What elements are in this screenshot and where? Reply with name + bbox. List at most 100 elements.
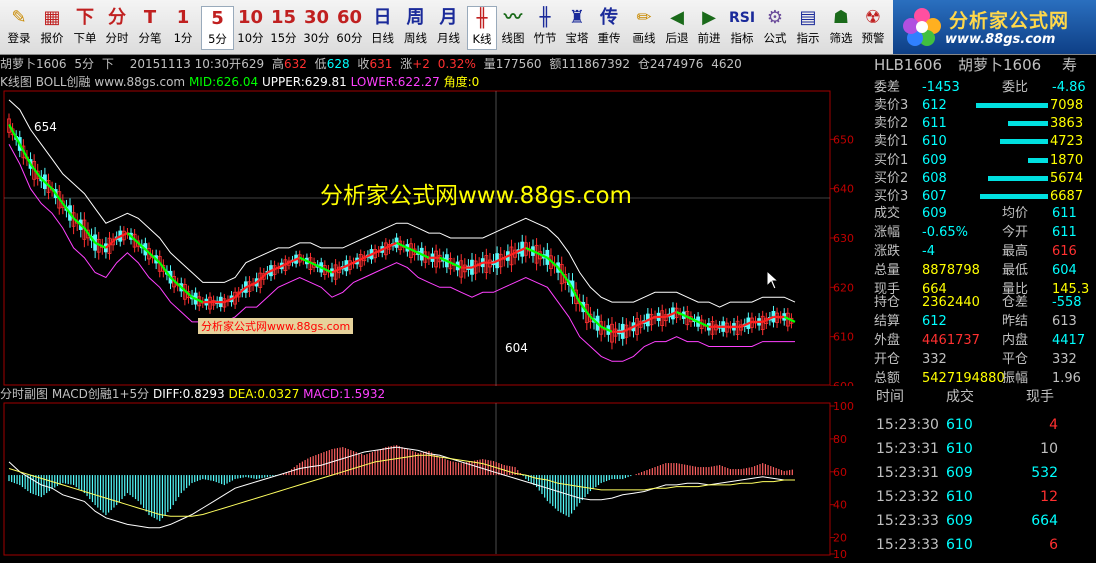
forward-button[interactable]: ▶ 前进 [693,6,725,50]
info-high-label: 高 [271,57,284,71]
pagoda-button[interactable]: ♜ 宝塔 [561,6,593,50]
period-day-label: 日线 [371,31,394,45]
weibi-value: -4.86 [1052,80,1086,95]
tick-price: 609 [946,465,973,481]
period-60min-button[interactable]: 60 60分 [333,6,366,50]
tick-button[interactable]: 分分时 [101,6,133,50]
info-oi-label: 仓 [637,57,650,71]
quote-panel: HLB1606 胡萝卜1606 寿 委差 -1453 委比 -4.86 卖价3 6… [872,55,1096,563]
bamboo-button[interactable]: ╫ 竹节 [529,6,561,50]
draw-button[interactable]: ✏ 画线 [627,6,661,50]
back-button[interactable]: ◀ 后退 [661,6,693,50]
stat-value: 8878798 [922,263,980,278]
period-1min-button[interactable]: 1 1分 [167,6,199,50]
line-chart-button[interactable]: 〰线图 [497,6,529,50]
level-label: 卖价2 [874,116,909,131]
period-month-button[interactable]: 月月线 [432,6,465,50]
quote-header: HLB1606 胡萝卜1606 寿 [872,56,1088,75]
tick-volume: 4 [1049,417,1058,433]
kline-button[interactable]: ╫ K线 [467,6,497,50]
indicator-button[interactable]: RSI 指标 [725,6,759,50]
stat-value: 609 [922,206,947,221]
macd-macd-value: MACD:1.5932 [303,387,386,401]
tick-price: 610 [946,441,973,457]
kline-indicator-name[interactable]: BOLL创融 [36,75,91,89]
ask-level-row[interactable]: 卖价1 610 4723 [872,132,1088,151]
kline-title[interactable]: K线图 [0,75,32,89]
stat-label: 涨跌 [874,244,901,259]
period-1min-icon: 1 [176,7,190,28]
stat-value: 604 [1052,263,1077,278]
stat-label: 均价 [1002,206,1029,221]
redraw-button[interactable]: 传重传 [593,6,625,50]
level-price: 612 [922,98,947,113]
pagoda-label: 宝塔 [565,31,589,45]
back-icon: ◀ [670,7,684,28]
kline-site: www.88gs.com [94,75,186,89]
level-price: 610 [922,134,947,149]
alert-button[interactable]: ☢ 预警 [857,6,889,50]
order-button[interactable]: 下下单 [69,6,101,50]
back-label: 后退 [665,31,689,45]
quote-info-bar: 胡萝卜1606 5分 下 20151113 10:30开629 高632 低62… [0,55,870,74]
period-30min-button[interactable]: 30 30分 [300,6,333,50]
level-bar [1028,158,1048,163]
login-button[interactable]: ✎ 登录 [3,6,35,50]
period-60min-label: 60分 [336,31,363,45]
tick-volume: 6 [1049,537,1058,553]
weicha-label: 委差 [874,80,901,95]
ask-level-row[interactable]: 卖价3 612 7098 [872,96,1088,115]
forward-icon: ▶ [702,7,716,28]
pagoda-icon: ♜ [568,7,586,28]
stat-label: 内盘 [1002,333,1029,348]
boll-mid-value: MID:626.04 [188,75,259,89]
tick-price: 610 [946,537,973,553]
tick-time: 15:23:33 [876,513,939,529]
stat-label: 最低 [1002,263,1029,278]
macd-title[interactable]: 分时副图 [0,387,48,401]
info-amt: 111867392 [561,57,631,71]
tick-icon: 分 [108,7,126,28]
angle-value: 角度:0 [443,75,480,89]
stat-row: 涨幅 -0.65% 今开 611 [872,223,1088,242]
tick-volume: 532 [1031,465,1058,481]
macd-indicator-name[interactable]: MACD创融1+5分 [52,387,149,401]
period-15min-button[interactable]: 15 15分 [267,6,300,50]
period-5min-label: 5分 [208,32,227,46]
stat-row: 总额 5427194880 振幅 1.96 [872,369,1088,388]
stat-row: 外盘 4461737 内盘 4417 [872,331,1088,350]
line-chart-label: 线图 [501,31,525,45]
info-dir: 下 [101,57,114,71]
report-button[interactable]: ▦ 报价 [35,6,69,50]
info-amt-label: 额 [549,57,562,71]
info-vol-label: 量 [483,57,496,71]
formula-button[interactable]: ⚙ 公式 [759,6,791,50]
bid-level-row[interactable]: 买价2 608 5674 [872,169,1088,188]
stat-label: 外盘 [874,333,901,348]
macd-chart[interactable]: 100 80 60 40 20 10 [0,402,870,560]
kline-indicator-bar: K线图 BOLL创融 www.88gs.com MID:626.04 UPPER… [0,74,870,90]
redraw-icon: 传 [600,7,618,28]
high-annotation: 654 [34,120,57,134]
info-pct: 0.32% [437,57,476,71]
period-10min-button[interactable]: 10 10分 [234,6,267,50]
period-month-icon: 月 [439,7,458,28]
tick-row: 15:23:33 610 6 [872,536,1088,555]
bid-level-row[interactable]: 买价1 609 1870 [872,151,1088,170]
filter-button[interactable]: ☗ 筛选 [825,6,857,50]
ask-level-row[interactable]: 卖价2 611 3863 [872,114,1088,133]
period-week-button[interactable]: 周周线 [399,6,432,50]
kline-chart[interactable]: 650640630620610600 [0,90,870,386]
stat-row: 总量 8878798 最低 604 [872,261,1088,280]
period-day-button[interactable]: 日日线 [366,6,399,50]
period-30min-label: 30分 [303,31,330,45]
level-price: 608 [922,171,947,186]
signal-button[interactable]: ▤ 指示 [791,6,825,50]
stat-label: 开仓 [874,352,901,367]
trade-tick-button[interactable]: T 分笔 [133,6,167,50]
y-tick-label: 100 [833,402,854,413]
quote-name: 胡萝卜1606 [958,56,1042,74]
period-30min-icon: 30 [303,7,330,28]
stat-value: 611 [1052,206,1077,221]
period-5min-button[interactable]: 5 5分 [201,6,234,50]
